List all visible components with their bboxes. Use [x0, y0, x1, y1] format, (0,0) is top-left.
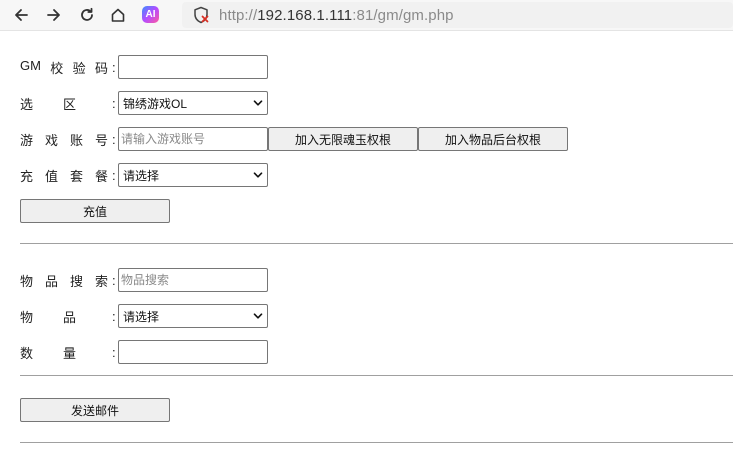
address-bar[interactable]: http://192.168.1.111:81/gm/gm.php — [182, 2, 733, 28]
chevron-down-icon — [253, 100, 263, 106]
chevron-down-icon — [253, 172, 263, 178]
label-char: 戏 — [44, 132, 58, 148]
label-colon: : — [112, 344, 116, 360]
item-select[interactable]: 请选择 — [118, 304, 268, 328]
package-row: 充 值 套 餐 : 请选择 — [20, 163, 268, 187]
gm-code-row: GM 校 验 码 : — [20, 55, 268, 79]
reload-icon[interactable] — [76, 4, 98, 26]
item-select-value: 请选择 — [123, 309, 160, 324]
label-char: 校 — [50, 60, 64, 76]
label-colon: : — [112, 308, 116, 324]
send-mail-button[interactable]: 发送邮件 — [20, 398, 170, 422]
address-url: http://192.168.1.111:81/gm/gm.php — [219, 7, 454, 24]
label-char: 物 — [20, 273, 34, 289]
label-char: 数 — [20, 345, 34, 361]
ai-badge-text: AI — [145, 9, 156, 20]
gm-code-label: GM 校 验 码 : — [20, 58, 118, 77]
item-label: 物 品 : — [20, 307, 118, 326]
recharge-button[interactable]: 充值 — [20, 199, 170, 223]
add-unlimited-soul-jade-button[interactable]: 加入无限魂玉权根 — [268, 127, 418, 151]
url-host: 192.168.1.111 — [257, 6, 353, 24]
label-colon: : — [112, 131, 116, 147]
gm-code-input[interactable] — [118, 55, 268, 79]
account-row: 游 戏 账 号 : 加入无限魂玉权根 加入物品后台权根 — [20, 127, 568, 151]
label-char: 品 — [62, 309, 76, 325]
server-label: 选 区 : — [20, 94, 118, 113]
label-char: 值 — [44, 168, 58, 184]
server-select[interactable]: 锦绣游戏OL — [118, 91, 268, 115]
label-char: 游 — [20, 132, 34, 148]
item-search-row: 物 品 搜 索 : — [20, 268, 268, 292]
chevron-down-icon — [253, 313, 263, 319]
browser-toolbar: AI http://192.168.1.111:81/gm/gm.php — [0, 0, 733, 31]
label-char: 号 — [94, 132, 108, 148]
label-char: 码 — [94, 60, 108, 76]
divider — [20, 442, 733, 443]
insecure-shield-icon[interactable] — [192, 6, 210, 24]
gm-form-page: GM 校 验 码 : 选 区 : 锦绣游戏OL 游 戏 账 号: 请输入游戏账… — [0, 31, 733, 456]
package-select-value: 请选择 — [123, 168, 160, 183]
label-colon: : — [112, 272, 116, 288]
package-label: 充 值 套 餐 : — [20, 166, 118, 185]
label-char: 选 — [20, 96, 34, 112]
label-char: 物 — [20, 309, 34, 325]
label-char: 验 — [72, 60, 86, 76]
server-row: 选 区 : 锦绣游戏OL — [20, 91, 268, 115]
label-char: 品 — [44, 273, 58, 289]
label-char: 餐 — [94, 168, 108, 184]
divider — [20, 243, 733, 244]
label-colon: : — [112, 59, 116, 75]
ai-assistant-icon[interactable]: AI — [142, 6, 159, 23]
label-char: 充 — [20, 168, 34, 184]
server-select-value: 锦绣游戏OL — [123, 96, 188, 111]
item-row: 物 品 : 请选择 — [20, 304, 268, 328]
quantity-label: 数 量 : — [20, 343, 118, 362]
url-scheme: http:// — [219, 6, 258, 24]
divider — [20, 375, 733, 376]
label-char: 账 — [69, 132, 83, 148]
back-arrow-icon[interactable] — [10, 4, 32, 26]
label-char: GM — [20, 57, 41, 73]
add-item-admin-button[interactable]: 加入物品后台权根 — [418, 127, 568, 151]
label-char: 索 — [94, 273, 108, 289]
label-char: 搜 — [69, 273, 83, 289]
quantity-input[interactable] — [118, 340, 268, 364]
label-colon: : — [112, 95, 116, 111]
recharge-row: 充值 — [20, 199, 170, 223]
label-colon: : — [112, 167, 116, 183]
item-search-label: 物 品 搜 索 : — [20, 271, 118, 290]
quantity-row: 数 量 : — [20, 340, 268, 364]
label-char: 区 — [62, 96, 76, 112]
url-path: :81/gm/gm.php — [352, 6, 454, 24]
send-mail-row: 发送邮件 — [20, 398, 170, 422]
home-icon[interactable] — [107, 4, 129, 26]
forward-arrow-icon[interactable] — [43, 4, 65, 26]
label-char: 套 — [69, 168, 83, 184]
account-label: 游 戏 账 号 : — [20, 130, 118, 149]
label-char: 量 — [62, 345, 76, 361]
account-input[interactable] — [118, 127, 268, 151]
item-search-input[interactable] — [118, 268, 268, 292]
package-select[interactable]: 请选择 — [118, 163, 268, 187]
